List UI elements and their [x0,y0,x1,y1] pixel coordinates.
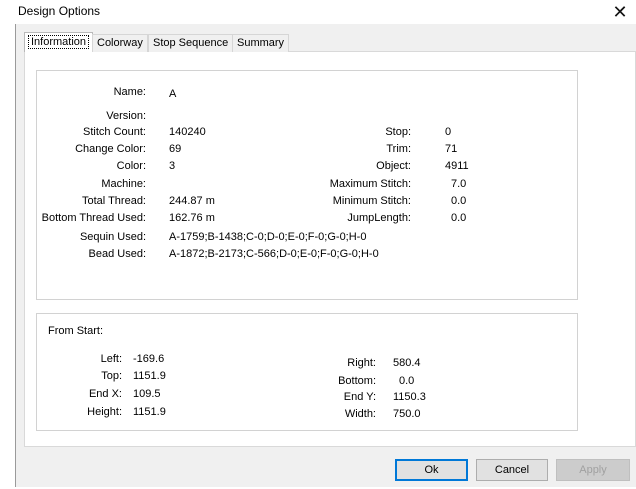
tab-colorway[interactable]: Colorway [92,34,148,52]
end-x-value: 109.5 [133,388,161,400]
name-value: A [169,88,177,100]
stitch-count-value: 140240 [169,126,206,138]
top-label: Top: [101,370,122,382]
right-label: Right: [347,357,376,369]
height-label: Height: [87,406,122,418]
left-value: -169.6 [133,353,165,365]
ok-button[interactable]: Ok [395,459,468,481]
stitch-count-label: Stitch Count: [83,126,146,138]
bottom-label: Bottom: [338,375,376,387]
width-value: 750.0 [393,408,421,420]
version-label: Version: [106,110,146,122]
min-stitch-value: 0.0 [451,195,467,207]
from-start-heading: From Start: [48,325,104,337]
machine-label: Machine: [101,178,146,190]
bottom-thread-label: Bottom Thread Used: [41,212,146,224]
height-value: 1151.9 [133,406,166,418]
bead-value: A-1872;B-2173;C-566;D-0;E-0;F-0;G-0;H-0 [169,248,379,260]
max-stitch-label: Maximum Stitch: [329,178,411,190]
total-thread-value: 244.87 m [169,195,215,207]
change-color-value: 69 [169,143,182,155]
tab-stop-sequence[interactable]: Stop Sequence [148,34,234,52]
tab-information[interactable]: Information [24,32,94,52]
bottom-value: 0.0 [399,375,415,387]
jump-length-label: JumpLength: [347,212,411,224]
object-value: 4911 [445,160,469,172]
right-value: 580.4 [393,357,421,369]
stop-label: Stop: [385,126,411,138]
color-value: 3 [169,160,176,172]
window-title: Design Options [18,4,101,18]
bead-label: Bead Used: [88,248,146,260]
total-thread-label: Total Thread: [81,195,146,207]
change-color-label: Change Color: [75,143,146,155]
color-label: Color: [116,160,146,172]
apply-button[interactable]: Apply [556,459,630,481]
sequin-value: A-1759;B-1438;C-0;D-0;E-0;F-0;G-0;H-0 [169,231,367,243]
name-label: Name: [113,86,146,98]
cancel-button[interactable]: Cancel [476,459,548,481]
close-icon[interactable]: ✕ [608,1,632,23]
sequin-label: Sequin Used: [79,231,146,243]
end-x-label: End X: [88,388,122,400]
jump-length-value: 0.0 [451,212,467,224]
top-value: 1151.9 [133,370,166,382]
left-label: Left: [100,353,122,365]
end-y-label: End Y: [343,391,376,403]
trim-label: Trim: [386,143,411,155]
end-y-value: 1150.3 [393,391,426,403]
width-label: Width: [344,408,376,420]
object-label: Object: [376,160,411,172]
max-stitch-value: 7.0 [451,178,467,190]
trim-value: 71 [445,143,458,155]
title-bar [15,0,636,24]
stop-value: 0 [445,126,452,138]
tab-summary[interactable]: Summary [232,34,290,52]
min-stitch-label: Minimum Stitch: [332,195,411,207]
bottom-thread-value: 162.76 m [169,212,215,224]
